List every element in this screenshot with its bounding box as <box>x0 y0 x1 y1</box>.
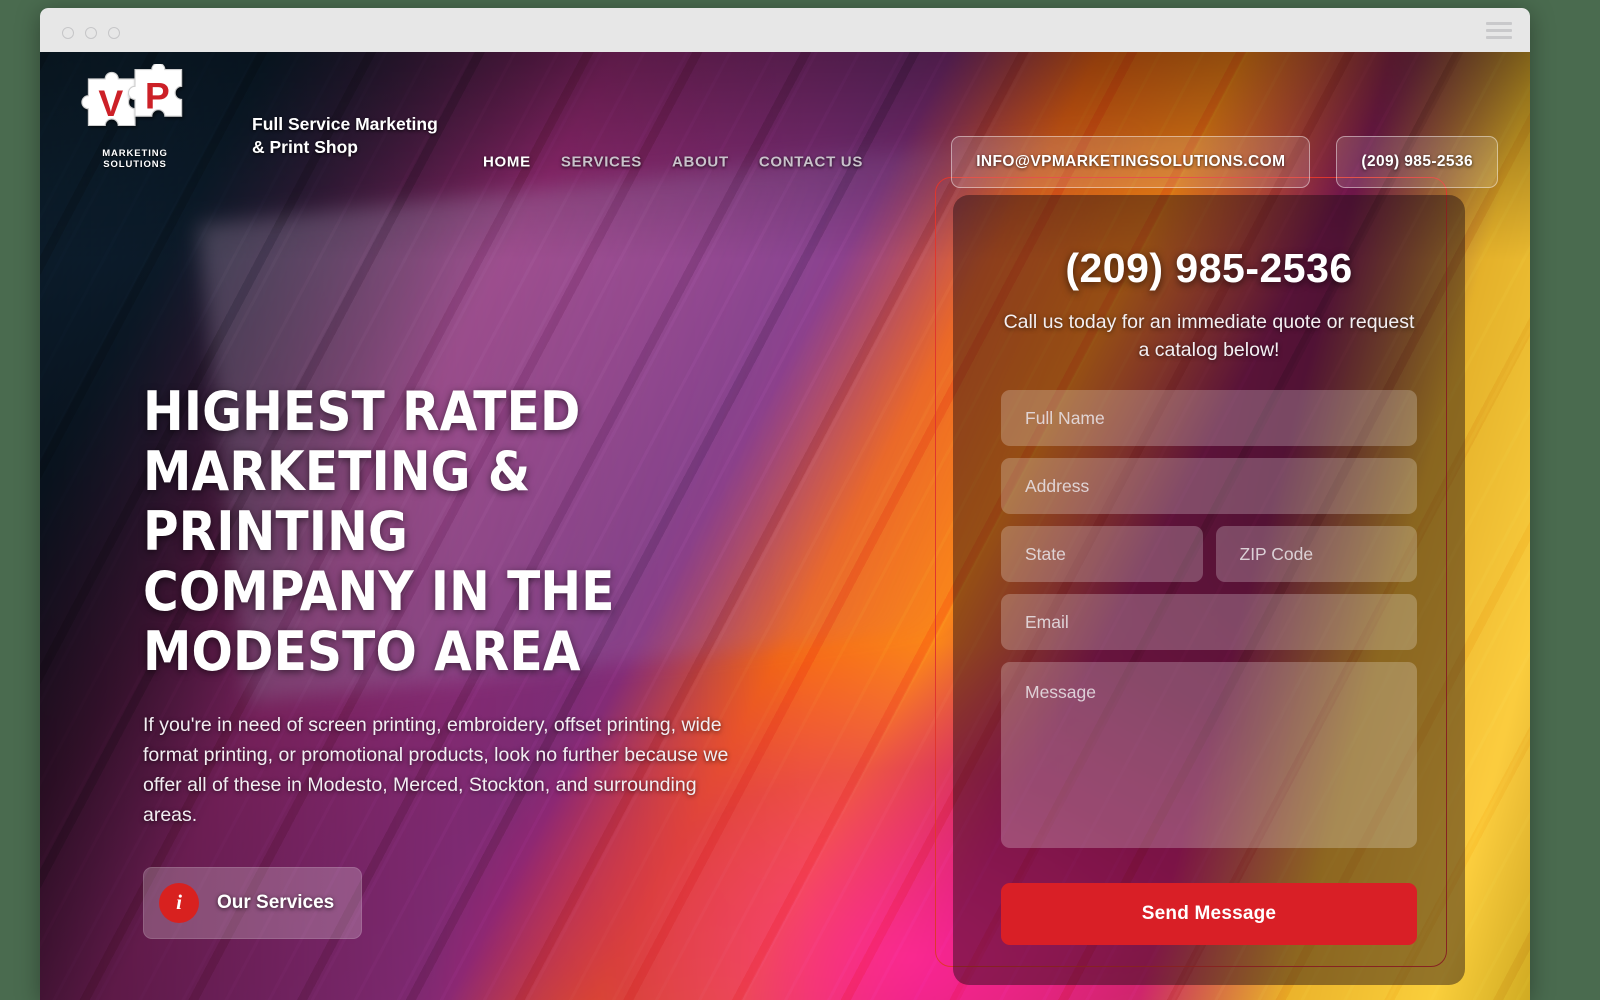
maximize-button[interactable] <box>108 27 120 39</box>
close-button[interactable] <box>62 27 74 39</box>
info-icon: i <box>159 882 199 923</box>
contact-subtitle: Call us today for an immediate quote or … <box>1003 311 1415 361</box>
contact-form: Send Message <box>1001 390 1417 946</box>
header-email-button[interactable]: INFO@VPMARKETINGSOLUTIONS.COM <box>951 136 1311 188</box>
browser-window: V P MARKETING SOLUTIONS Full Service Mar… <box>40 8 1530 1000</box>
our-services-button[interactable]: i Our Services <box>143 866 363 939</box>
address-input[interactable] <box>1001 458 1417 515</box>
email-input[interactable] <box>1001 594 1417 651</box>
nav-item-contact-us[interactable]: CONTACT US <box>759 154 863 171</box>
hero-page: V P MARKETING SOLUTIONS Full Service Mar… <box>40 52 1530 1000</box>
browser-titlebar <box>40 8 1530 52</box>
hamburger-line <box>1486 36 1512 39</box>
svg-text:V: V <box>98 82 123 124</box>
zip-code-input[interactable] <box>1215 526 1417 583</box>
site-logo[interactable]: V P MARKETING SOLUTIONS <box>75 62 195 170</box>
hero-content: HIGHEST RATED MARKETING & PRINTING COMPA… <box>143 382 763 939</box>
full-name-input[interactable] <box>1001 390 1417 447</box>
nav-item-home[interactable]: HOME <box>483 154 531 171</box>
our-services-label: Our Services <box>217 891 335 913</box>
tagline-line-1: Full Service Marketing <box>252 113 438 134</box>
site-tagline: Full Service Marketing & Print Shop <box>252 113 438 159</box>
hamburger-line <box>1486 29 1512 32</box>
headline-line-1: HIGHEST RATED <box>143 380 581 443</box>
logo-subtitle: MARKETING SOLUTIONS <box>102 148 168 170</box>
headline-line-2: MARKETING & PRINTING <box>143 439 531 563</box>
hamburger-icon[interactable] <box>1486 22 1512 39</box>
hero-paragraph: If you're in need of screen printing, em… <box>143 713 729 827</box>
main-navigation: HOME SERVICES ABOUT CONTACT US <box>483 154 863 171</box>
headline-line-4: MODESTO AREA <box>143 619 581 683</box>
contact-form-card: (209) 985-2536 Call us today for an imme… <box>953 195 1465 985</box>
nav-item-services[interactable]: SERVICES <box>561 154 642 171</box>
puzzle-logo-icon: V P <box>79 62 191 146</box>
minimize-button[interactable] <box>85 27 97 39</box>
hamburger-line <box>1486 22 1512 25</box>
site-header: V P MARKETING SOLUTIONS Full Service Mar… <box>40 52 1530 188</box>
send-message-button[interactable]: Send Message <box>1001 883 1417 946</box>
headline-line-3: COMPANY IN THE <box>143 559 615 623</box>
nav-item-about[interactable]: ABOUT <box>672 154 729 171</box>
contact-phone-heading: (209) 985-2536 <box>1065 245 1353 291</box>
svg-text:P: P <box>145 75 170 117</box>
state-zip-row <box>1001 526 1417 594</box>
traffic-light-buttons <box>62 27 120 39</box>
header-contact-buttons: INFO@VPMARKETINGSOLUTIONS.COM (209) 985-… <box>951 136 1498 188</box>
header-phone-button[interactable]: (209) 985-2536 <box>1336 136 1498 188</box>
state-input[interactable] <box>1001 526 1203 583</box>
hero-headline: HIGHEST RATED MARKETING & PRINTING COMPA… <box>143 382 763 682</box>
message-textarea[interactable] <box>1001 662 1417 849</box>
tagline-line-2: & Print Shop <box>252 137 358 157</box>
